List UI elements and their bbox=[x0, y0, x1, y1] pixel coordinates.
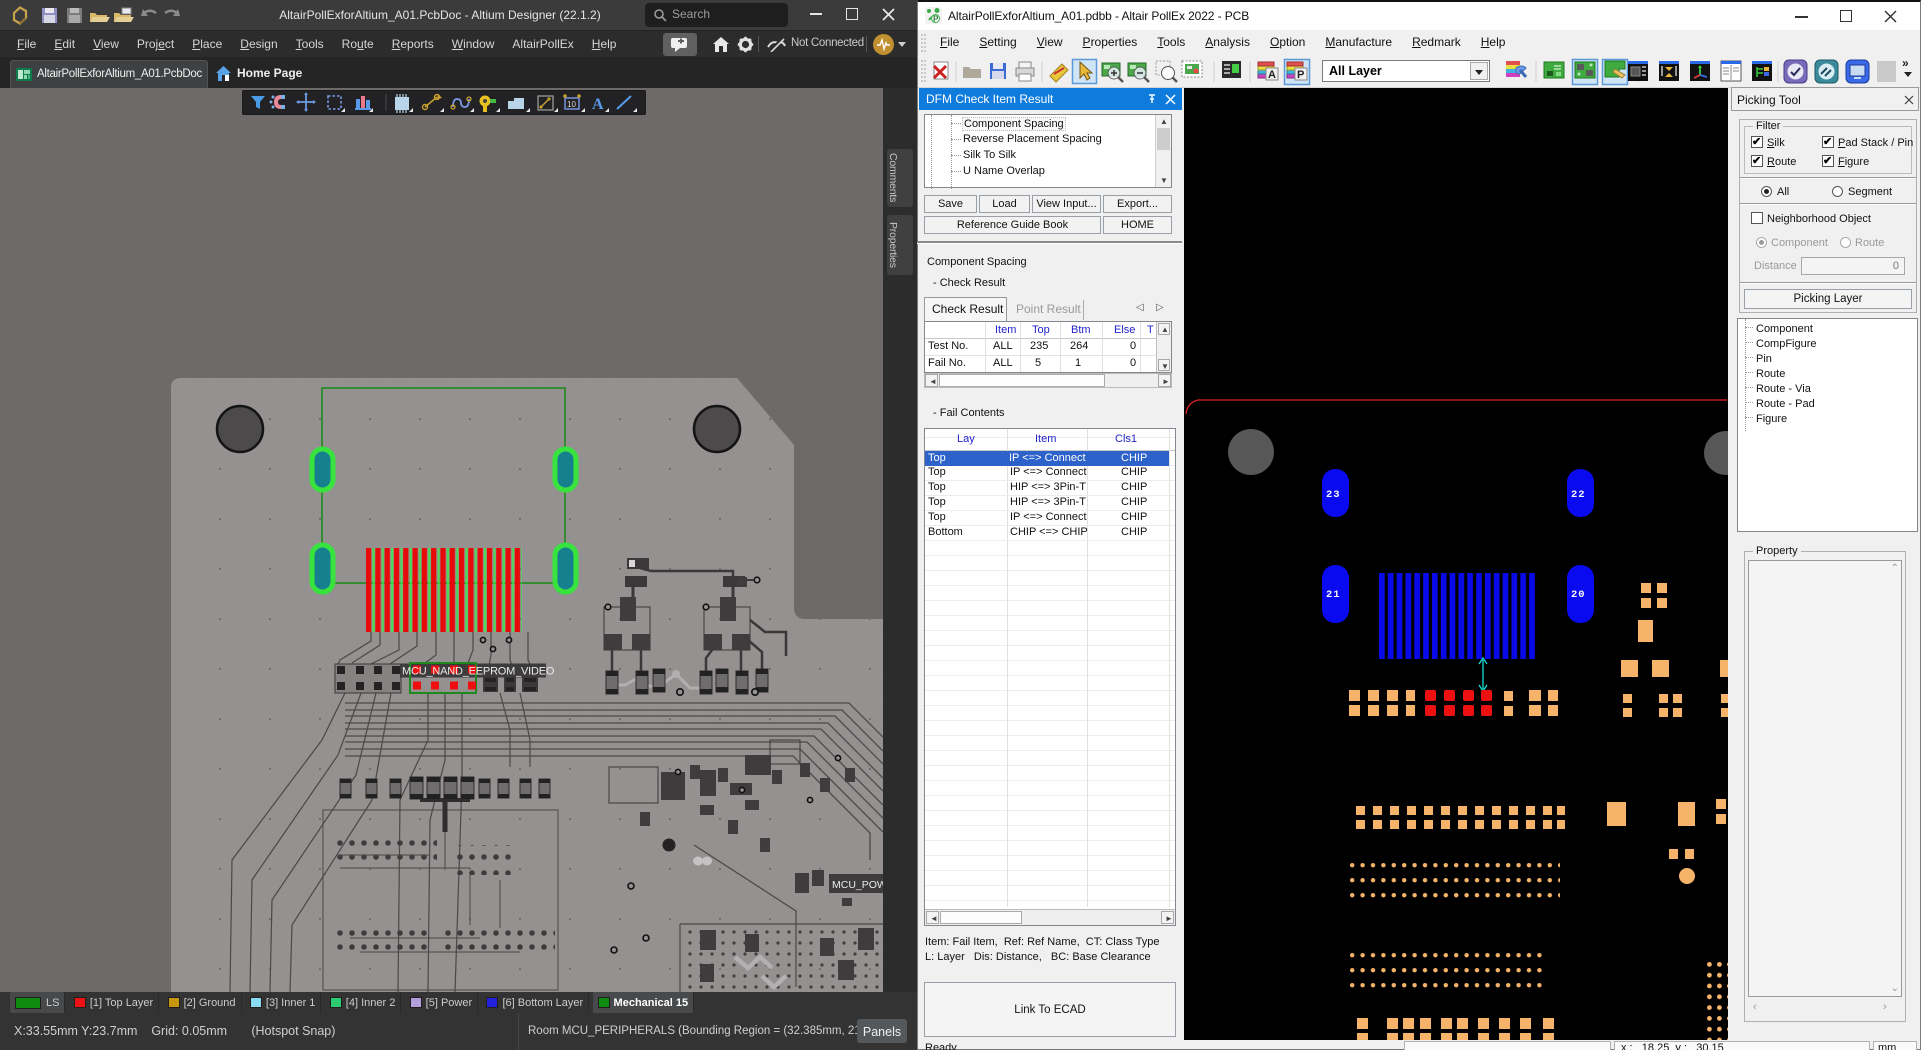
svg-text:22: 22 bbox=[1571, 489, 1586, 501]
svg-text:P: P bbox=[1297, 69, 1304, 81]
svg-text:20: 20 bbox=[1571, 589, 1586, 601]
svg-text:P: P bbox=[933, 15, 939, 24]
svg-text:23: 23 bbox=[1326, 489, 1341, 501]
svg-text:MCU_POW: MCU_POW bbox=[832, 879, 883, 891]
svg-text:10: 10 bbox=[567, 100, 576, 109]
svg-text:MCU_NAND_EEPROM_VIDEO: MCU_NAND_EEPROM_VIDEO bbox=[402, 666, 555, 678]
svg-text:A: A bbox=[592, 96, 604, 113]
svg-text:21: 21 bbox=[1326, 589, 1341, 601]
svg-text:A: A bbox=[1268, 69, 1276, 81]
